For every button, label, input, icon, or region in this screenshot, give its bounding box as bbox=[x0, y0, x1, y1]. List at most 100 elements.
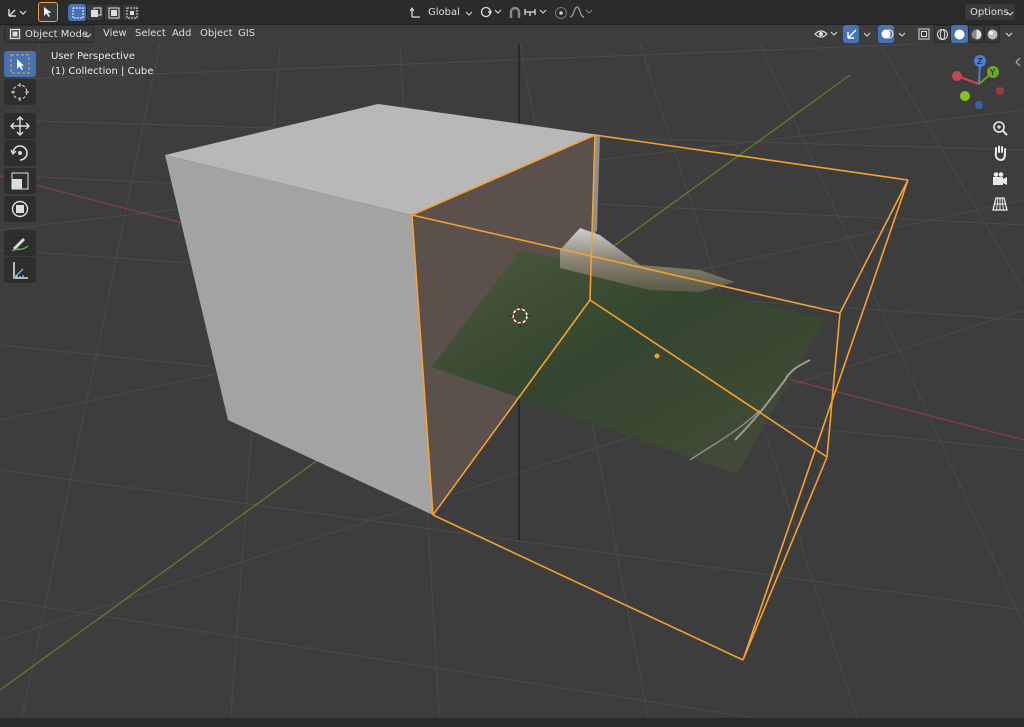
object-mode-icon bbox=[9, 28, 21, 40]
select-invert-button[interactable] bbox=[122, 4, 140, 21]
cursor-arrow-icon bbox=[44, 7, 52, 17]
chevron-down-icon bbox=[863, 32, 871, 37]
menu-gis[interactable]: GIS bbox=[233, 25, 260, 43]
material-sphere-icon bbox=[971, 29, 982, 40]
tool-select-box[interactable] bbox=[4, 51, 36, 77]
select-extend-icon bbox=[91, 7, 102, 17]
pivot-point-dropdown[interactable] bbox=[478, 3, 504, 21]
selection-mode-group bbox=[68, 4, 144, 21]
menu-object[interactable]: Object bbox=[195, 25, 238, 43]
xray-toggle[interactable] bbox=[915, 25, 931, 43]
shading-group bbox=[934, 25, 1000, 43]
solid-sphere-icon bbox=[954, 29, 965, 40]
zoom-icon bbox=[993, 121, 1008, 136]
editor-type-button[interactable] bbox=[4, 3, 30, 21]
proportional-edit-toggle[interactable] bbox=[552, 3, 568, 21]
proportional-edit-icon bbox=[555, 7, 567, 19]
bottom-status-strip bbox=[0, 718, 1024, 727]
options-label: Options bbox=[970, 7, 1009, 18]
3d-viewport[interactable]: Y Z User Perspective (1) Collection | Cu… bbox=[0, 44, 1024, 727]
tool-rotate[interactable] bbox=[4, 140, 36, 166]
rotate-icon bbox=[10, 145, 28, 161]
chevron-down-icon bbox=[84, 33, 92, 38]
viewport-header: Object Mode View Select Add Object GIS bbox=[0, 24, 1024, 44]
gizmo-x-positive[interactable] bbox=[952, 71, 962, 81]
gizmo-x-negative[interactable] bbox=[996, 87, 1004, 95]
menu-add[interactable]: Add bbox=[167, 25, 196, 43]
tool-move[interactable] bbox=[4, 113, 36, 139]
pan-button[interactable] bbox=[988, 141, 1012, 165]
grid-ortho-icon bbox=[992, 197, 1008, 211]
orientation-axes-icon bbox=[409, 7, 420, 18]
select-new-button[interactable] bbox=[68, 4, 86, 21]
ortho-toggle-button[interactable] bbox=[988, 192, 1012, 216]
tool-cursor[interactable] bbox=[4, 79, 36, 105]
snap-increment-icon bbox=[524, 9, 547, 16]
xray-icon bbox=[918, 28, 930, 40]
object-origin-dot bbox=[654, 353, 660, 359]
hand-pan-icon bbox=[994, 145, 1006, 162]
falloff-dropdown[interactable] bbox=[568, 3, 594, 21]
chevron-down-icon bbox=[465, 11, 473, 16]
navigation-gizmo[interactable]: Y Z bbox=[952, 55, 1004, 109]
annotate-icon bbox=[11, 238, 29, 252]
camera-view-button[interactable] bbox=[988, 167, 1012, 191]
top-toolbar: Global Options bbox=[0, 0, 1024, 25]
viewport-scene[interactable]: Y Z bbox=[0, 44, 1024, 727]
visibility-dropdown[interactable] bbox=[813, 25, 841, 43]
chevron-down-icon bbox=[1006, 11, 1014, 16]
shading-rendered-button[interactable] bbox=[984, 25, 1000, 43]
select-box-icon bbox=[10, 54, 30, 74]
gizmo-toggle[interactable] bbox=[843, 25, 859, 43]
rendered-sphere-icon bbox=[987, 29, 998, 40]
menu-select[interactable]: Select bbox=[130, 25, 171, 43]
mode-label: Object Mode bbox=[25, 29, 88, 40]
tool-scale[interactable] bbox=[4, 168, 36, 194]
chevron-left-icon bbox=[1015, 57, 1021, 67]
tool-annotate[interactable] bbox=[4, 230, 36, 256]
editor-type-icon bbox=[8, 9, 27, 17]
menu-view[interactable]: View bbox=[98, 25, 132, 43]
chevron-down-icon bbox=[898, 32, 906, 37]
magnet-icon bbox=[509, 6, 521, 18]
select-subtract-button[interactable] bbox=[104, 4, 122, 21]
overlays-icon bbox=[881, 29, 894, 39]
transform-icon bbox=[11, 200, 29, 218]
snap-toggle[interactable] bbox=[506, 3, 522, 21]
gizmo-y-label: Y bbox=[989, 68, 995, 77]
collection-label: (1) Collection | Cube bbox=[51, 66, 154, 77]
transform-orientation-label: Global bbox=[428, 7, 460, 18]
mode-dropdown[interactable]: Object Mode bbox=[4, 25, 94, 43]
overlays-dropdown[interactable] bbox=[894, 25, 908, 43]
gizmo-icon bbox=[847, 29, 857, 39]
gizmo-z-negative[interactable] bbox=[975, 101, 983, 109]
gizmo-z-label: Z bbox=[977, 57, 983, 66]
snap-target-dropdown[interactable] bbox=[522, 3, 550, 21]
gizmo-y-negative[interactable] bbox=[960, 91, 970, 101]
move-icon bbox=[10, 116, 30, 136]
overlays-toggle[interactable] bbox=[878, 25, 894, 43]
options-dropdown[interactable]: Options bbox=[964, 3, 1016, 21]
perspective-label: User Perspective bbox=[51, 51, 135, 62]
tool-measure[interactable] bbox=[4, 257, 36, 283]
select-extend-button[interactable] bbox=[86, 4, 104, 21]
camera-icon bbox=[993, 172, 1007, 185]
transform-orientation-dropdown[interactable]: Global bbox=[406, 3, 473, 21]
wireframe-sphere-icon bbox=[937, 29, 948, 40]
shading-solid-button[interactable] bbox=[951, 25, 968, 43]
zoom-button[interactable] bbox=[988, 116, 1012, 140]
measure-icon bbox=[13, 262, 28, 279]
tool-transform[interactable] bbox=[4, 196, 36, 222]
eye-icon bbox=[814, 30, 838, 38]
pivot-icon bbox=[480, 6, 502, 18]
tool-select-indicator[interactable] bbox=[38, 2, 58, 22]
navigation-buttons bbox=[988, 116, 1014, 216]
shading-material-button[interactable] bbox=[968, 25, 984, 43]
select-invert-icon bbox=[126, 7, 138, 19]
falloff-curve-icon bbox=[569, 6, 593, 18]
sidebar-toggle[interactable] bbox=[1014, 56, 1022, 68]
select-new-icon bbox=[72, 7, 84, 19]
gizmo-dropdown[interactable] bbox=[859, 25, 873, 43]
shading-dropdown[interactable] bbox=[1001, 25, 1015, 43]
shading-wireframe-button[interactable] bbox=[934, 25, 951, 43]
